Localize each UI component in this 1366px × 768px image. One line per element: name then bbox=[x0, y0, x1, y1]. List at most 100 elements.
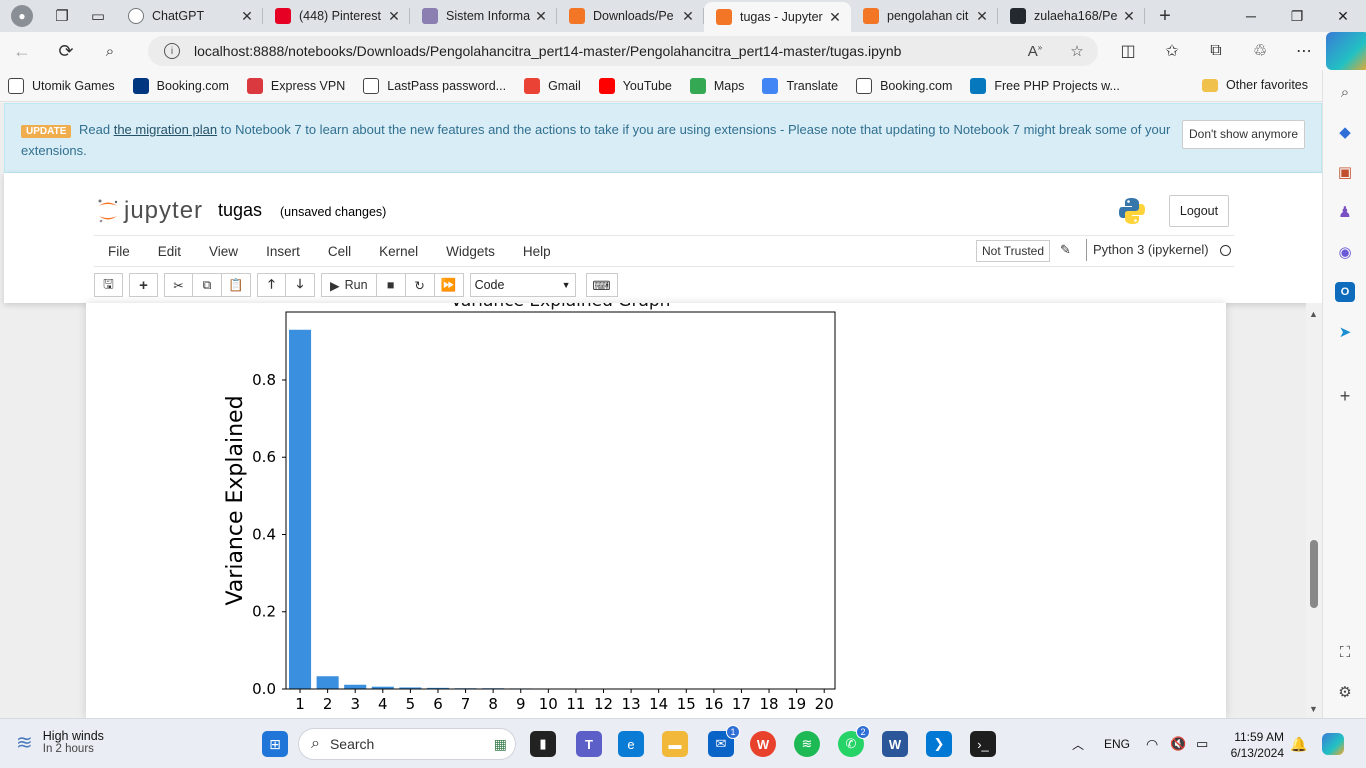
tab-actions-icon[interactable]: ▭ bbox=[80, 0, 116, 32]
task-view-icon[interactable]: ▮ bbox=[530, 731, 556, 757]
menu-cell[interactable]: Cell bbox=[314, 244, 365, 259]
edge-icon[interactable]: e bbox=[618, 731, 644, 757]
tray-chevron-icon[interactable]: ︿ bbox=[1072, 719, 1084, 768]
cut-icon[interactable]: ✂ bbox=[164, 273, 193, 297]
browser-tab[interactable]: (448) Pinterest ✕ bbox=[263, 0, 410, 32]
sidebar-screenshot-icon[interactable]: ⛶ bbox=[1335, 642, 1355, 662]
menu-view[interactable]: View bbox=[195, 244, 252, 259]
settings-more-icon[interactable]: ⋯ bbox=[1282, 32, 1326, 70]
site-info-icon[interactable]: i bbox=[164, 43, 180, 59]
paste-icon[interactable]: 📋 bbox=[222, 273, 251, 297]
sidebar-copilot-icon[interactable]: ◉ bbox=[1335, 242, 1355, 262]
sidebar-tools-icon[interactable]: ▣ bbox=[1335, 162, 1355, 182]
back-button[interactable]: ← bbox=[0, 32, 44, 70]
volume-muted-icon[interactable]: 🔇 bbox=[1170, 719, 1186, 768]
scroll-thumb[interactable] bbox=[1310, 540, 1318, 608]
search-icon[interactable]: ⌕ bbox=[88, 32, 132, 70]
new-tab-button[interactable]: + bbox=[1145, 5, 1185, 28]
close-tab-icon[interactable]: ✕ bbox=[827, 9, 843, 26]
browser-tab[interactable]: zulaeha168/Pe ✕ bbox=[998, 0, 1145, 32]
interrupt-icon[interactable]: ■ bbox=[376, 273, 406, 297]
sidebar-games-icon[interactable]: ♟ bbox=[1335, 202, 1355, 222]
restart-icon[interactable]: ↻ bbox=[405, 273, 435, 297]
menu-insert[interactable]: Insert bbox=[252, 244, 314, 259]
close-tab-icon[interactable]: ✕ bbox=[533, 8, 549, 25]
move-up-icon[interactable]: 🡑 bbox=[257, 273, 286, 297]
workspaces-icon[interactable]: ❐ bbox=[44, 0, 80, 32]
teams-icon[interactable]: T bbox=[576, 731, 602, 757]
favorite-item[interactable]: Booking.com bbox=[856, 77, 952, 94]
notification-bell-icon[interactable]: 🔔 bbox=[1290, 719, 1307, 768]
insert-cell-icon[interactable]: + bbox=[129, 273, 158, 297]
sidebar-shopping-icon[interactable]: ◆ bbox=[1335, 122, 1355, 142]
other-favorites[interactable]: Other favorites bbox=[1202, 78, 1308, 92]
sidebar-add-icon[interactable]: + bbox=[1335, 386, 1355, 406]
sidebar-settings-icon[interactable]: ⚙ bbox=[1335, 682, 1355, 702]
sidebar-send-icon[interactable]: ➤ bbox=[1335, 322, 1355, 342]
favorite-item[interactable]: Booking.com bbox=[132, 77, 229, 94]
file-explorer-icon[interactable]: ▬ bbox=[662, 731, 688, 757]
close-window-button[interactable]: ✕ bbox=[1320, 0, 1366, 32]
menu-widgets[interactable]: Widgets bbox=[432, 244, 509, 259]
start-windows-icon[interactable]: ⊞ bbox=[262, 731, 288, 757]
kernel-name[interactable]: Python 3 (ipykernel) bbox=[1086, 239, 1209, 261]
browser-tab[interactable]: ChatGPT ✕ bbox=[116, 0, 263, 32]
weather-widget[interactable]: ≋ High winds In 2 hours bbox=[16, 729, 104, 755]
collections-icon[interactable]: ⧉ bbox=[1194, 32, 1238, 70]
favorite-item[interactable]: LastPass password... bbox=[363, 77, 506, 94]
keyboard-icon[interactable]: ⌨ bbox=[585, 273, 618, 297]
menu-help[interactable]: Help bbox=[509, 244, 565, 259]
sidebar-search-icon[interactable]: ⌕ bbox=[1335, 82, 1355, 102]
menu-kernel[interactable]: Kernel bbox=[365, 244, 432, 259]
scroll-down-icon[interactable]: ▼ bbox=[1309, 704, 1318, 714]
clock[interactable]: 11:59 AM 6/13/2024 bbox=[1222, 729, 1284, 761]
terminal-icon[interactable]: ›_ bbox=[970, 731, 996, 757]
minimize-button[interactable]: ─ bbox=[1228, 0, 1274, 32]
restore-button[interactable]: ❐ bbox=[1274, 0, 1320, 32]
move-down-icon[interactable]: 🡓 bbox=[286, 273, 315, 297]
spotify-icon[interactable]: ≋ bbox=[794, 731, 820, 757]
close-tab-icon[interactable]: ✕ bbox=[239, 8, 255, 25]
wps-icon[interactable]: W bbox=[750, 731, 776, 757]
favorite-item[interactable]: Free PHP Projects w... bbox=[970, 77, 1120, 94]
menu-edit[interactable]: Edit bbox=[144, 244, 195, 259]
cell-type-select[interactable]: Code ▼ bbox=[469, 273, 576, 297]
copilot-button[interactable] bbox=[1326, 32, 1366, 70]
taskbar-search[interactable]: ⌕ Search ▦ bbox=[298, 728, 516, 760]
vscode-icon[interactable]: ❯ bbox=[926, 731, 952, 757]
browser-tab[interactable]: pengolahan cit ✕ bbox=[851, 0, 998, 32]
run-button[interactable]: ▶ Run bbox=[321, 273, 377, 297]
copy-icon[interactable]: ⧉ bbox=[193, 273, 222, 297]
word-icon[interactable]: W bbox=[882, 731, 908, 757]
close-tab-icon[interactable]: ✕ bbox=[974, 8, 990, 25]
favorite-item[interactable]: YouTube bbox=[598, 77, 672, 94]
save-icon[interactable]: 🖫 bbox=[94, 273, 123, 297]
language-indicator[interactable]: ENG bbox=[1104, 719, 1130, 768]
browser-tab[interactable]: tugas - Jupyter ✕ bbox=[704, 2, 851, 32]
copilot-taskbar-button[interactable] bbox=[1322, 719, 1344, 768]
logout-button[interactable]: Logout bbox=[1169, 195, 1229, 227]
address-bar[interactable]: i localhost:8888/notebooks/Downloads/Pen… bbox=[148, 36, 1098, 66]
whatsapp-icon[interactable]: ✆ 2 bbox=[838, 725, 870, 757]
read-aloud-icon[interactable]: A» bbox=[1014, 43, 1056, 60]
restart-run-all-icon[interactable]: ⏩ bbox=[434, 273, 464, 297]
browser-tab[interactable]: Downloads/Pe ✕ bbox=[557, 0, 704, 32]
close-tab-icon[interactable]: ✕ bbox=[1121, 8, 1137, 25]
favorite-item[interactable]: Utomik Games bbox=[8, 77, 115, 94]
favorite-item[interactable]: Gmail bbox=[524, 77, 581, 94]
refresh-button[interactable]: ⟳ bbox=[44, 32, 88, 70]
wifi-icon[interactable]: ◠ bbox=[1146, 719, 1158, 768]
split-screen-icon[interactable]: ◫ bbox=[1106, 32, 1150, 70]
close-tab-icon[interactable]: ✕ bbox=[386, 8, 402, 25]
profile-button[interactable]: ● bbox=[0, 0, 44, 32]
close-tab-icon[interactable]: ✕ bbox=[680, 8, 696, 25]
edit-pencil-icon[interactable]: ✎ bbox=[1060, 242, 1071, 258]
sidebar-outlook-icon[interactable]: O bbox=[1335, 282, 1355, 302]
browser-tab[interactable]: Sistem Informa ✕ bbox=[410, 0, 557, 32]
migration-plan-link[interactable]: the migration plan bbox=[114, 122, 217, 137]
not-trusted-button[interactable]: Not Trusted bbox=[976, 240, 1051, 262]
scroll-up-icon[interactable]: ▲ bbox=[1309, 309, 1318, 319]
favorite-star-icon[interactable]: ☆ bbox=[1056, 42, 1098, 60]
battery-icon[interactable]: ▭ bbox=[1196, 719, 1208, 768]
favorites-icon[interactable]: ✩ bbox=[1150, 32, 1194, 70]
